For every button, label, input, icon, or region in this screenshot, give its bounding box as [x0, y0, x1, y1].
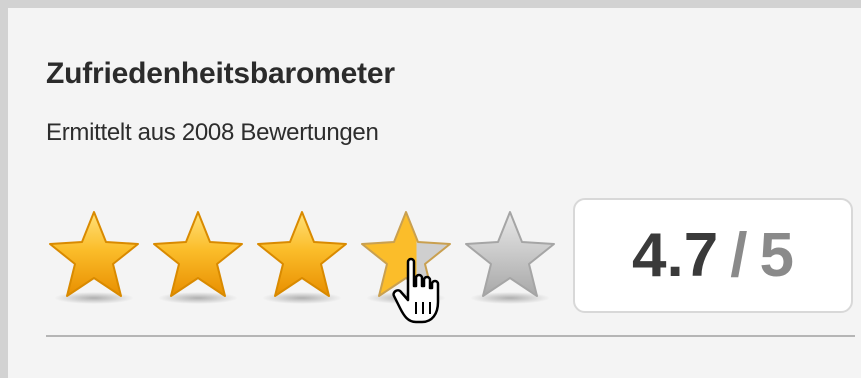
satisfaction-widget: Zufriedenheitsbarometer Ermittelt aus 20…	[0, 0, 861, 378]
rating-separator: /	[730, 221, 748, 290]
rating-count-text: Ermittelt aus 2008 Bewertungen	[46, 119, 379, 146]
star-5-icon[interactable]	[460, 206, 560, 306]
divider	[46, 335, 855, 337]
star-2-icon[interactable]	[148, 206, 248, 306]
rating-max: 5	[759, 221, 794, 290]
widget-title: Zufriedenheitsbarometer	[46, 57, 395, 90]
hand-pointer-icon	[392, 257, 440, 324]
rating-value: 4.7	[632, 221, 719, 290]
rating-score-box: 4.7 / 5	[573, 198, 853, 313]
star-3-icon[interactable]	[252, 206, 352, 306]
star-rating[interactable]	[44, 206, 564, 306]
star-1-icon[interactable]	[44, 206, 144, 306]
